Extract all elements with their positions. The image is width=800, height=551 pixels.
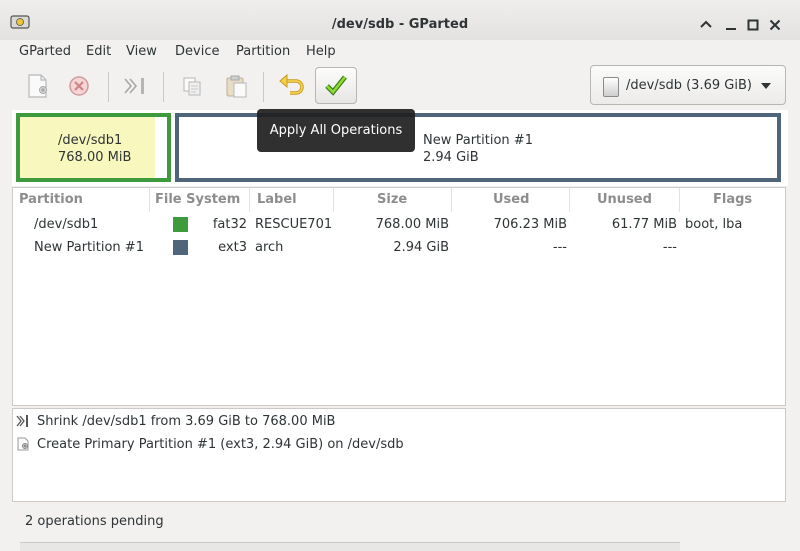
close-icon[interactable] [766,16,784,34]
graphic-partition-name: /dev/sdb1 [58,133,123,148]
column-header-size[interactable]: Size [377,192,407,207]
cell-size: 768.00 MiB [375,217,449,232]
table-row[interactable]: New Partition #1 ext3 arch 2.94 GiB --- … [13,237,785,259]
undo-button[interactable] [274,69,310,103]
toolbar-separator [263,72,264,102]
pending-operations-list: Shrink /dev/sdb1 from 3.69 GiB to 768.00… [12,408,786,502]
cell-label: arch [255,240,284,255]
partition-table: Partition File System Label Size Used Un… [12,187,786,406]
operation-text: Shrink /dev/sdb1 from 3.69 GiB to 768.00… [37,414,336,429]
table-row[interactable]: /dev/sdb1 fat32 RESCUE701 768.00 MiB 706… [13,214,785,236]
column-separator [679,188,680,212]
apply-icon [325,75,347,96]
operation-item[interactable]: Create Primary Partition #1 (ext3, 2.94 … [13,434,785,456]
cell-unused: --- [662,240,677,255]
menu-partition[interactable]: Partition [236,44,290,59]
operation-item[interactable]: Shrink /dev/sdb1 from 3.69 GiB to 768.00… [13,411,785,433]
column-header-partition[interactable]: Partition [19,192,83,207]
copy-button[interactable] [174,69,210,103]
menu-gparted[interactable]: GParted [19,44,71,59]
filesystem-color-swatch [173,240,188,255]
paste-icon [226,75,247,98]
menu-view[interactable]: View [126,44,157,59]
filesystem-color-swatch [173,217,188,232]
column-separator [333,188,334,212]
window-title: /dev/sdb - GParted [331,17,469,32]
menu-edit[interactable]: Edit [86,44,111,59]
column-separator [569,188,570,212]
resize-move-icon [16,415,28,427]
column-separator [451,188,452,212]
column-header-flags[interactable]: Flags [713,192,752,207]
apply-button[interactable] [315,67,357,104]
column-header-file-system[interactable]: File System [155,192,240,207]
device-selector[interactable]: /dev/sdb (3.69 GiB) [590,65,786,105]
paste-button[interactable] [218,69,254,103]
cell-partition: New Partition #1 [34,240,144,255]
cell-file-system: fat32 [212,217,247,232]
cell-flags: boot, lba [685,217,743,232]
chevron-down-icon [761,83,771,89]
resize-move-icon [124,78,144,94]
menu-device[interactable]: Device [175,44,219,59]
new-partition-icon [28,74,47,98]
undo-icon [279,73,304,95]
column-header-unused[interactable]: Unused [597,192,652,207]
menu-help[interactable]: Help [306,44,336,59]
new-partition-icon [17,437,29,451]
cell-file-system: ext3 [218,240,247,255]
cell-used: --- [552,240,567,255]
delete-button[interactable] [61,69,97,103]
cell-unused: 61.77 MiB [611,217,677,232]
chevron-up-icon[interactable] [697,16,715,34]
cell-label: RESCUE701 [255,217,333,232]
apply-tooltip: Apply All Operations [257,109,415,152]
delete-icon [69,76,89,96]
device-selector-label: /dev/sdb (3.69 GiB) [626,78,752,93]
resize-move-button[interactable] [117,69,153,103]
graphic-partition-size: 768.00 MiB [58,150,132,165]
toolbar-separator [108,72,109,102]
graphic-partition-name: New Partition #1 [423,133,533,148]
maximize-icon[interactable] [744,16,762,34]
operation-text: Create Primary Partition #1 (ext3, 2.94 … [37,437,404,452]
graphic-partition-sdb1[interactable]: /dev/sdb1 768.00 MiB [16,113,171,182]
column-header-used[interactable]: Used [493,192,529,207]
cell-size: 2.94 GiB [393,240,449,255]
cell-partition: /dev/sdb1 [34,217,99,232]
toolbar-separator [163,72,164,102]
column-header-label[interactable]: Label [257,192,297,207]
menu-bar: GParted Edit View Device Partition Help [0,40,800,64]
disk-drive-icon [603,77,619,97]
column-separator [249,188,250,212]
new-partition-button[interactable] [19,69,55,103]
cell-used: 706.23 MiB [493,217,567,232]
title-bar[interactable]: /dev/sdb - GParted [0,0,800,40]
copy-icon [183,77,201,96]
graphic-partition-size: 2.94 GiB [423,150,479,165]
minimize-icon[interactable] [722,16,740,34]
column-separator [149,188,150,212]
status-bar: 2 operations pending [25,514,164,529]
